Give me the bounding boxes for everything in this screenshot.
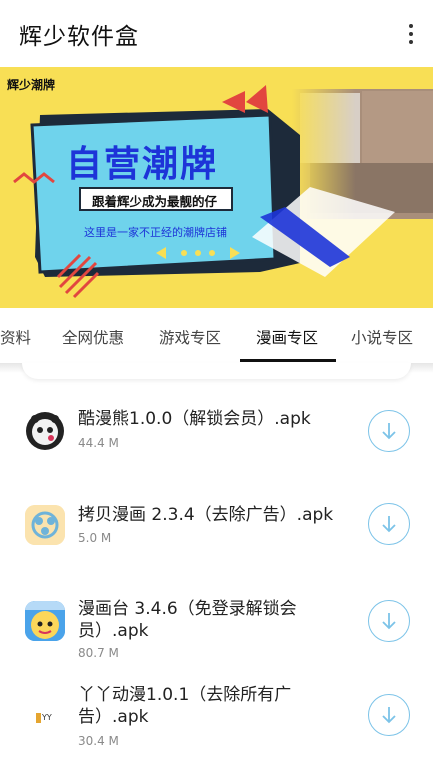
list-item[interactable]: YY 丫丫动漫1.0.1（去除所有广告）.apk 30.4 M: [0, 660, 433, 750]
app-size: 44.4 M: [78, 436, 119, 450]
tab-games[interactable]: 游戏专区: [159, 326, 221, 348]
content-sheet-edge: [22, 363, 411, 379]
tab-all-deals[interactable]: 全网优惠: [62, 326, 124, 348]
download-arrow-icon: [382, 613, 396, 630]
more-options-icon[interactable]: [403, 21, 419, 47]
svg-text:YY: YY: [41, 713, 52, 722]
banner-artwork: [13, 85, 433, 299]
download-button[interactable]: [368, 600, 410, 642]
list-item[interactable]: 酷漫熊1.0.0（解锁会员）.apk 44.4 M: [0, 390, 433, 480]
yaya-app-icon: YY: [25, 698, 65, 738]
tab-comics[interactable]: 漫画专区: [256, 326, 318, 348]
app-title: 辉少软件盒: [19, 24, 139, 50]
category-tabs: 资料 全网优惠 游戏专区 漫画专区 小说专区: [0, 308, 433, 379]
app-name: 酷漫熊1.0.0（解锁会员）.apk: [78, 409, 311, 429]
download-button[interactable]: [368, 503, 410, 545]
bear-app-icon: [25, 411, 65, 451]
list-item[interactable]: 漫画台 3.4.6（免登录解锁会员）.apk 80.7 M: [0, 570, 433, 660]
tab-novels[interactable]: 小说专区: [351, 326, 413, 348]
copy-manga-app-icon: [25, 505, 65, 545]
banner-slogan: 跟着辉少成为最靓的仔: [92, 194, 218, 209]
promo-banner[interactable]: 辉少潮牌 自营潮牌 跟着辉少成为最靓的仔 这里是一家不正经的潮牌店铺: [0, 67, 433, 308]
list-item[interactable]: 拷贝漫画 2.3.4（去除广告）.apk 5.0 M: [0, 480, 433, 570]
app-size: 5.0 M: [78, 531, 112, 545]
banner-headline: 自营潮牌: [66, 144, 219, 185]
app-name: 丫丫动漫1.0.1（去除所有广告）.apk: [78, 685, 292, 727]
app-name: 漫画台 3.4.6（免登录解锁会员）.apk: [78, 599, 297, 641]
manhuatai-app-icon: [25, 601, 65, 641]
tab-resources[interactable]: 资料: [0, 326, 31, 348]
download-arrow-icon: [382, 707, 396, 724]
banner-tagline: 这里是一家不正经的潮牌店铺: [84, 226, 227, 239]
download-arrow-icon: [382, 423, 396, 440]
app-size: 80.7 M: [78, 646, 119, 660]
active-tab-indicator: [240, 359, 336, 362]
download-button[interactable]: [368, 694, 410, 736]
download-arrow-icon: [382, 516, 396, 533]
app-size: 30.4 M: [78, 734, 119, 748]
download-button[interactable]: [368, 410, 410, 452]
app-bar: 辉少软件盒: [0, 0, 433, 67]
app-name: 拷贝漫画 2.3.4（去除广告）.apk: [78, 505, 334, 525]
